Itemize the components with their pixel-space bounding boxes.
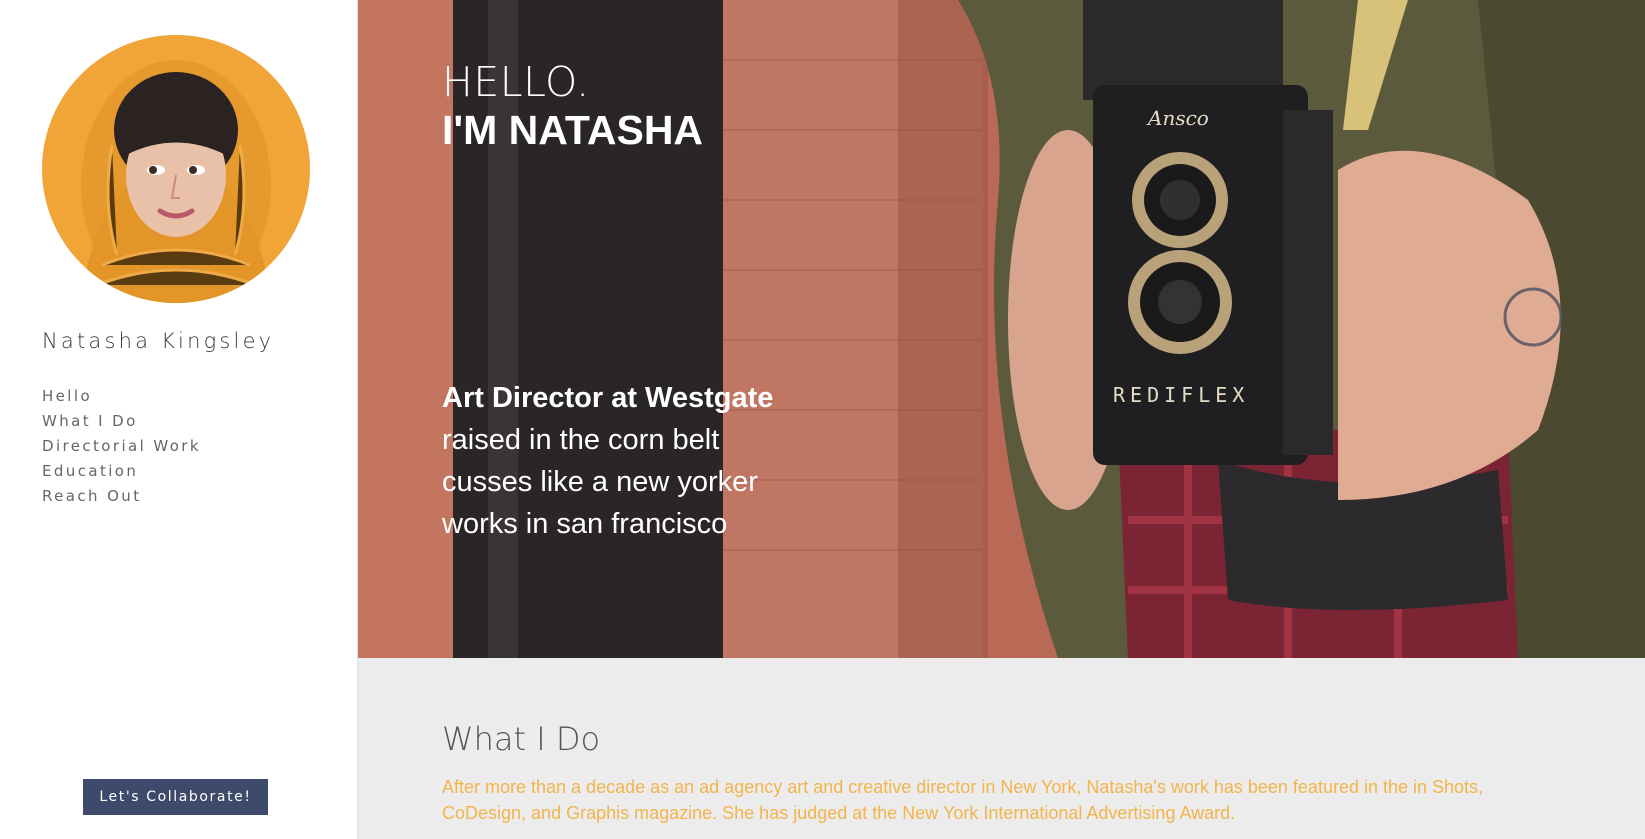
avatar-portrait (42, 35, 310, 303)
camera-model-text: REDIFLEX (1113, 383, 1249, 407)
hero-role: Art Director at Westgate (442, 382, 774, 414)
hero-bio: Art Director at Westgate raised in the c… (442, 377, 773, 545)
section-body: After more than a decade as an ad agency… (442, 777, 1484, 823)
camera-brand-text: Ansco (1146, 106, 1209, 130)
what-i-do-section: What I Do After more than a decade as an… (358, 658, 1645, 839)
hero-section: Ansco REDIFLEX HELLO. I'M NATASHA Art Di… (358, 0, 1645, 658)
section-title: What I Do (442, 720, 601, 758)
hero-greeting: HELLO. (442, 58, 590, 106)
sidebar-nav: Hello What I Do Directorial Work Educati… (42, 384, 201, 509)
avatar (42, 35, 310, 303)
nav-item-what-i-do[interactable]: What I Do (42, 409, 201, 434)
hero-bio-line: works in san francisco (442, 508, 728, 540)
sidebar: Natasha Kingsley Hello What I Do Directo… (0, 0, 358, 839)
hero-intro: I'M NATASHA (442, 107, 704, 153)
nav-item-education[interactable]: Education (42, 459, 201, 484)
hero-bio-line: raised in the corn belt (442, 424, 720, 456)
hero-heading: HELLO. I'M NATASHA (442, 58, 703, 154)
nav-item-directorial-work[interactable]: Directorial Work (42, 434, 201, 459)
nav-item-reach-out[interactable]: Reach Out (42, 484, 201, 509)
owner-name: Natasha Kingsley (42, 329, 275, 353)
hero-bio-line: cusses like a new yorker (442, 466, 758, 498)
nav-item-hello[interactable]: Hello (42, 384, 201, 409)
collaborate-button[interactable]: Let's Collaborate! (83, 779, 268, 815)
